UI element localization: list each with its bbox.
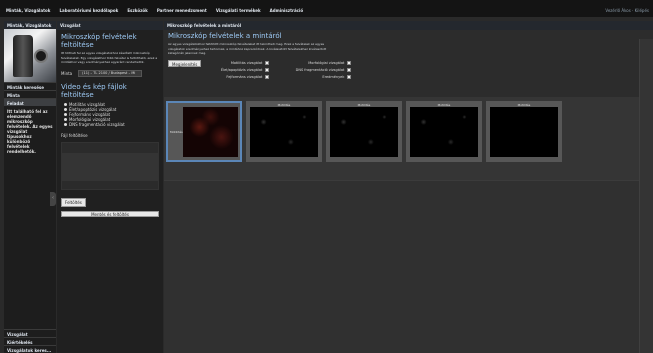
microscope-image bbox=[490, 107, 558, 157]
check-label: Eredmények bbox=[322, 75, 345, 79]
upload-button[interactable]: Feltöltés bbox=[61, 197, 86, 207]
sample-select-row: Minta (11) – TL 2100 / Budapest – Mi bbox=[57, 67, 163, 80]
microscope-image bbox=[250, 107, 318, 157]
upload-panel-title: Mikroszkóp felvételek feltöltése bbox=[61, 33, 137, 49]
filter-checks-right: Morfológiai vizsgálat DNS fragmentáció v… bbox=[273, 60, 352, 81]
top-navigation: Minták, Vizsgálatok Laboratóriumi kezdől… bbox=[0, 0, 653, 17]
test-type-radio-group: Motilitás vizsgálat Élet/apoptózis vizsg… bbox=[57, 100, 163, 127]
sidebar-item-sample-search[interactable]: Minták keresése bbox=[4, 82, 56, 90]
thumbnail[interactable]: Motilitás bbox=[406, 101, 482, 162]
radio-label: DNS fragmentáció vizsgálat bbox=[69, 121, 125, 127]
main-header: Mikroszkóp felvételek a mintáról bbox=[164, 21, 653, 30]
radio-dot bbox=[64, 107, 67, 111]
thumbnail-title: Motilitás bbox=[170, 129, 183, 134]
check-label: Morfológiai vizsgálat bbox=[308, 61, 345, 65]
nav-item-samples[interactable]: Minták, Vizsgálatok bbox=[6, 8, 50, 13]
thumbnail[interactable]: Motilitás bbox=[326, 101, 402, 162]
upload-panel-header: Vizsgálat bbox=[57, 21, 163, 30]
radio-dot bbox=[64, 117, 67, 121]
sidebar-header: Minták, Vizsgálatok bbox=[4, 21, 56, 29]
upload-panel: Vizsgálat Mikroszkóp felvételek feltölté… bbox=[57, 21, 163, 353]
sidebar-item-test[interactable]: Vizsgálat bbox=[4, 329, 56, 337]
save-and-upload-button[interactable]: Mentés és feltöltés bbox=[61, 210, 159, 217]
microscope-image bbox=[330, 107, 398, 157]
checkbox[interactable] bbox=[347, 61, 352, 65]
check-motility[interactable]: Motilitás vizsgálat bbox=[205, 60, 270, 67]
upload-panel-description: Itt töltheti fel az egyes vizsgálatokhoz… bbox=[61, 51, 158, 64]
checkbox[interactable] bbox=[265, 68, 270, 72]
filter-controls: Megjelenítés Motilitás vizsgálat Élet/ap… bbox=[164, 58, 653, 83]
display-button[interactable]: Megjelenítés bbox=[168, 59, 202, 67]
check-morphology[interactable]: Morfológiai vizsgálat bbox=[273, 60, 352, 67]
sidebar-item-test-search[interactable]: Vizsgálatok keres... bbox=[4, 345, 56, 353]
left-sidebar: Minták, Vizsgálatok Minták keresése Mint… bbox=[4, 21, 56, 353]
check-apoptosis[interactable]: Élet/apoptózis vizsgálat bbox=[205, 67, 270, 74]
main-description: Az egyes vizsgálatokhoz feltöltött mikro… bbox=[168, 42, 327, 55]
check-results[interactable]: Eredmények bbox=[273, 74, 352, 81]
check-head-form[interactable]: Fejformáns vizsgálat bbox=[205, 74, 270, 81]
thumbnail[interactable]: Motilitás bbox=[246, 101, 322, 162]
thumbnail-strip: Motilitás Motilitás Motilitás Motilitás … bbox=[164, 97, 653, 180]
check-label: Fejformáns vizsgálat bbox=[226, 75, 263, 79]
microscope-lens-shape bbox=[34, 49, 48, 63]
image-viewer-area bbox=[164, 180, 653, 353]
sample-select-value: (11) – TL 2100 / Budapest – Mi bbox=[82, 71, 136, 75]
radio-dot bbox=[64, 122, 67, 126]
checkbox[interactable] bbox=[265, 75, 270, 79]
sample-select-label: Minta bbox=[61, 70, 73, 76]
check-label: DNS fragmentáció vizsgálat bbox=[295, 68, 345, 72]
sidebar-bottom-menu: Vizsgálat Kiértékelés Vizsgálatok keres.… bbox=[4, 329, 56, 353]
sidebar-item-sample[interactable]: Minta bbox=[4, 90, 56, 98]
sidebar-item-task[interactable]: Feladat bbox=[4, 98, 56, 106]
checkbox[interactable] bbox=[265, 61, 270, 65]
sidebar-item-evaluation[interactable]: Kiértékelés bbox=[4, 337, 56, 345]
vertical-scrollbar[interactable] bbox=[639, 39, 653, 353]
collapse-sidebar-toggle[interactable]: ‹ bbox=[50, 192, 56, 206]
sample-select[interactable]: (11) – TL 2100 / Budapest – Mi bbox=[78, 69, 143, 77]
microscope-image bbox=[182, 106, 238, 157]
thumbnail[interactable]: Motilitás bbox=[486, 101, 562, 162]
main-content: Mikroszkóp felvételek a mintáról Mikrosz… bbox=[164, 21, 653, 353]
filter-checks-left: Motilitás vizsgálat Élet/apoptózis vizsg… bbox=[205, 60, 270, 81]
check-label: Élet/apoptózis vizsgálat bbox=[220, 68, 263, 72]
microscope-logo bbox=[4, 29, 56, 82]
checkbox[interactable] bbox=[347, 68, 352, 72]
radio-dot bbox=[64, 112, 67, 116]
nav-item-test-products[interactable]: Vizsgálati termékek bbox=[216, 8, 261, 13]
main-title: Mikroszkóp felvételek a mintáról bbox=[168, 32, 282, 40]
nav-item-administration[interactable]: Adminisztráció bbox=[270, 8, 304, 13]
user-logout-link[interactable]: Vezérlő Ákos · Kilépés bbox=[605, 8, 649, 13]
file-drop-zone[interactable] bbox=[61, 141, 159, 190]
nav-item-partner-management[interactable]: Partner menedzsment bbox=[157, 8, 207, 13]
microscope-image bbox=[410, 107, 478, 157]
radio-dot bbox=[64, 102, 67, 106]
nav-item-lab-homepages[interactable]: Laboratóriumi kezdőlapok bbox=[59, 8, 118, 13]
check-label: Motilitás vizsgálat bbox=[230, 61, 263, 65]
chevron-left-icon: ‹ bbox=[52, 195, 54, 201]
checkbox[interactable] bbox=[347, 75, 352, 79]
file-upload-label: Fájl feltöltése bbox=[61, 132, 88, 138]
nav-item-devices[interactable]: Eszközök bbox=[127, 8, 147, 13]
video-upload-title: Video és kép fájlok feltöltése bbox=[61, 82, 127, 99]
check-dna-fragmentation[interactable]: DNS fragmentáció vizsgálat bbox=[273, 67, 352, 74]
file-drop-inner bbox=[62, 152, 158, 181]
microscope-body-shape bbox=[13, 35, 33, 77]
thumbnail[interactable]: Motilitás bbox=[166, 101, 242, 162]
sidebar-description: Itt található fel az elemzendő mikroszkó… bbox=[7, 109, 53, 154]
